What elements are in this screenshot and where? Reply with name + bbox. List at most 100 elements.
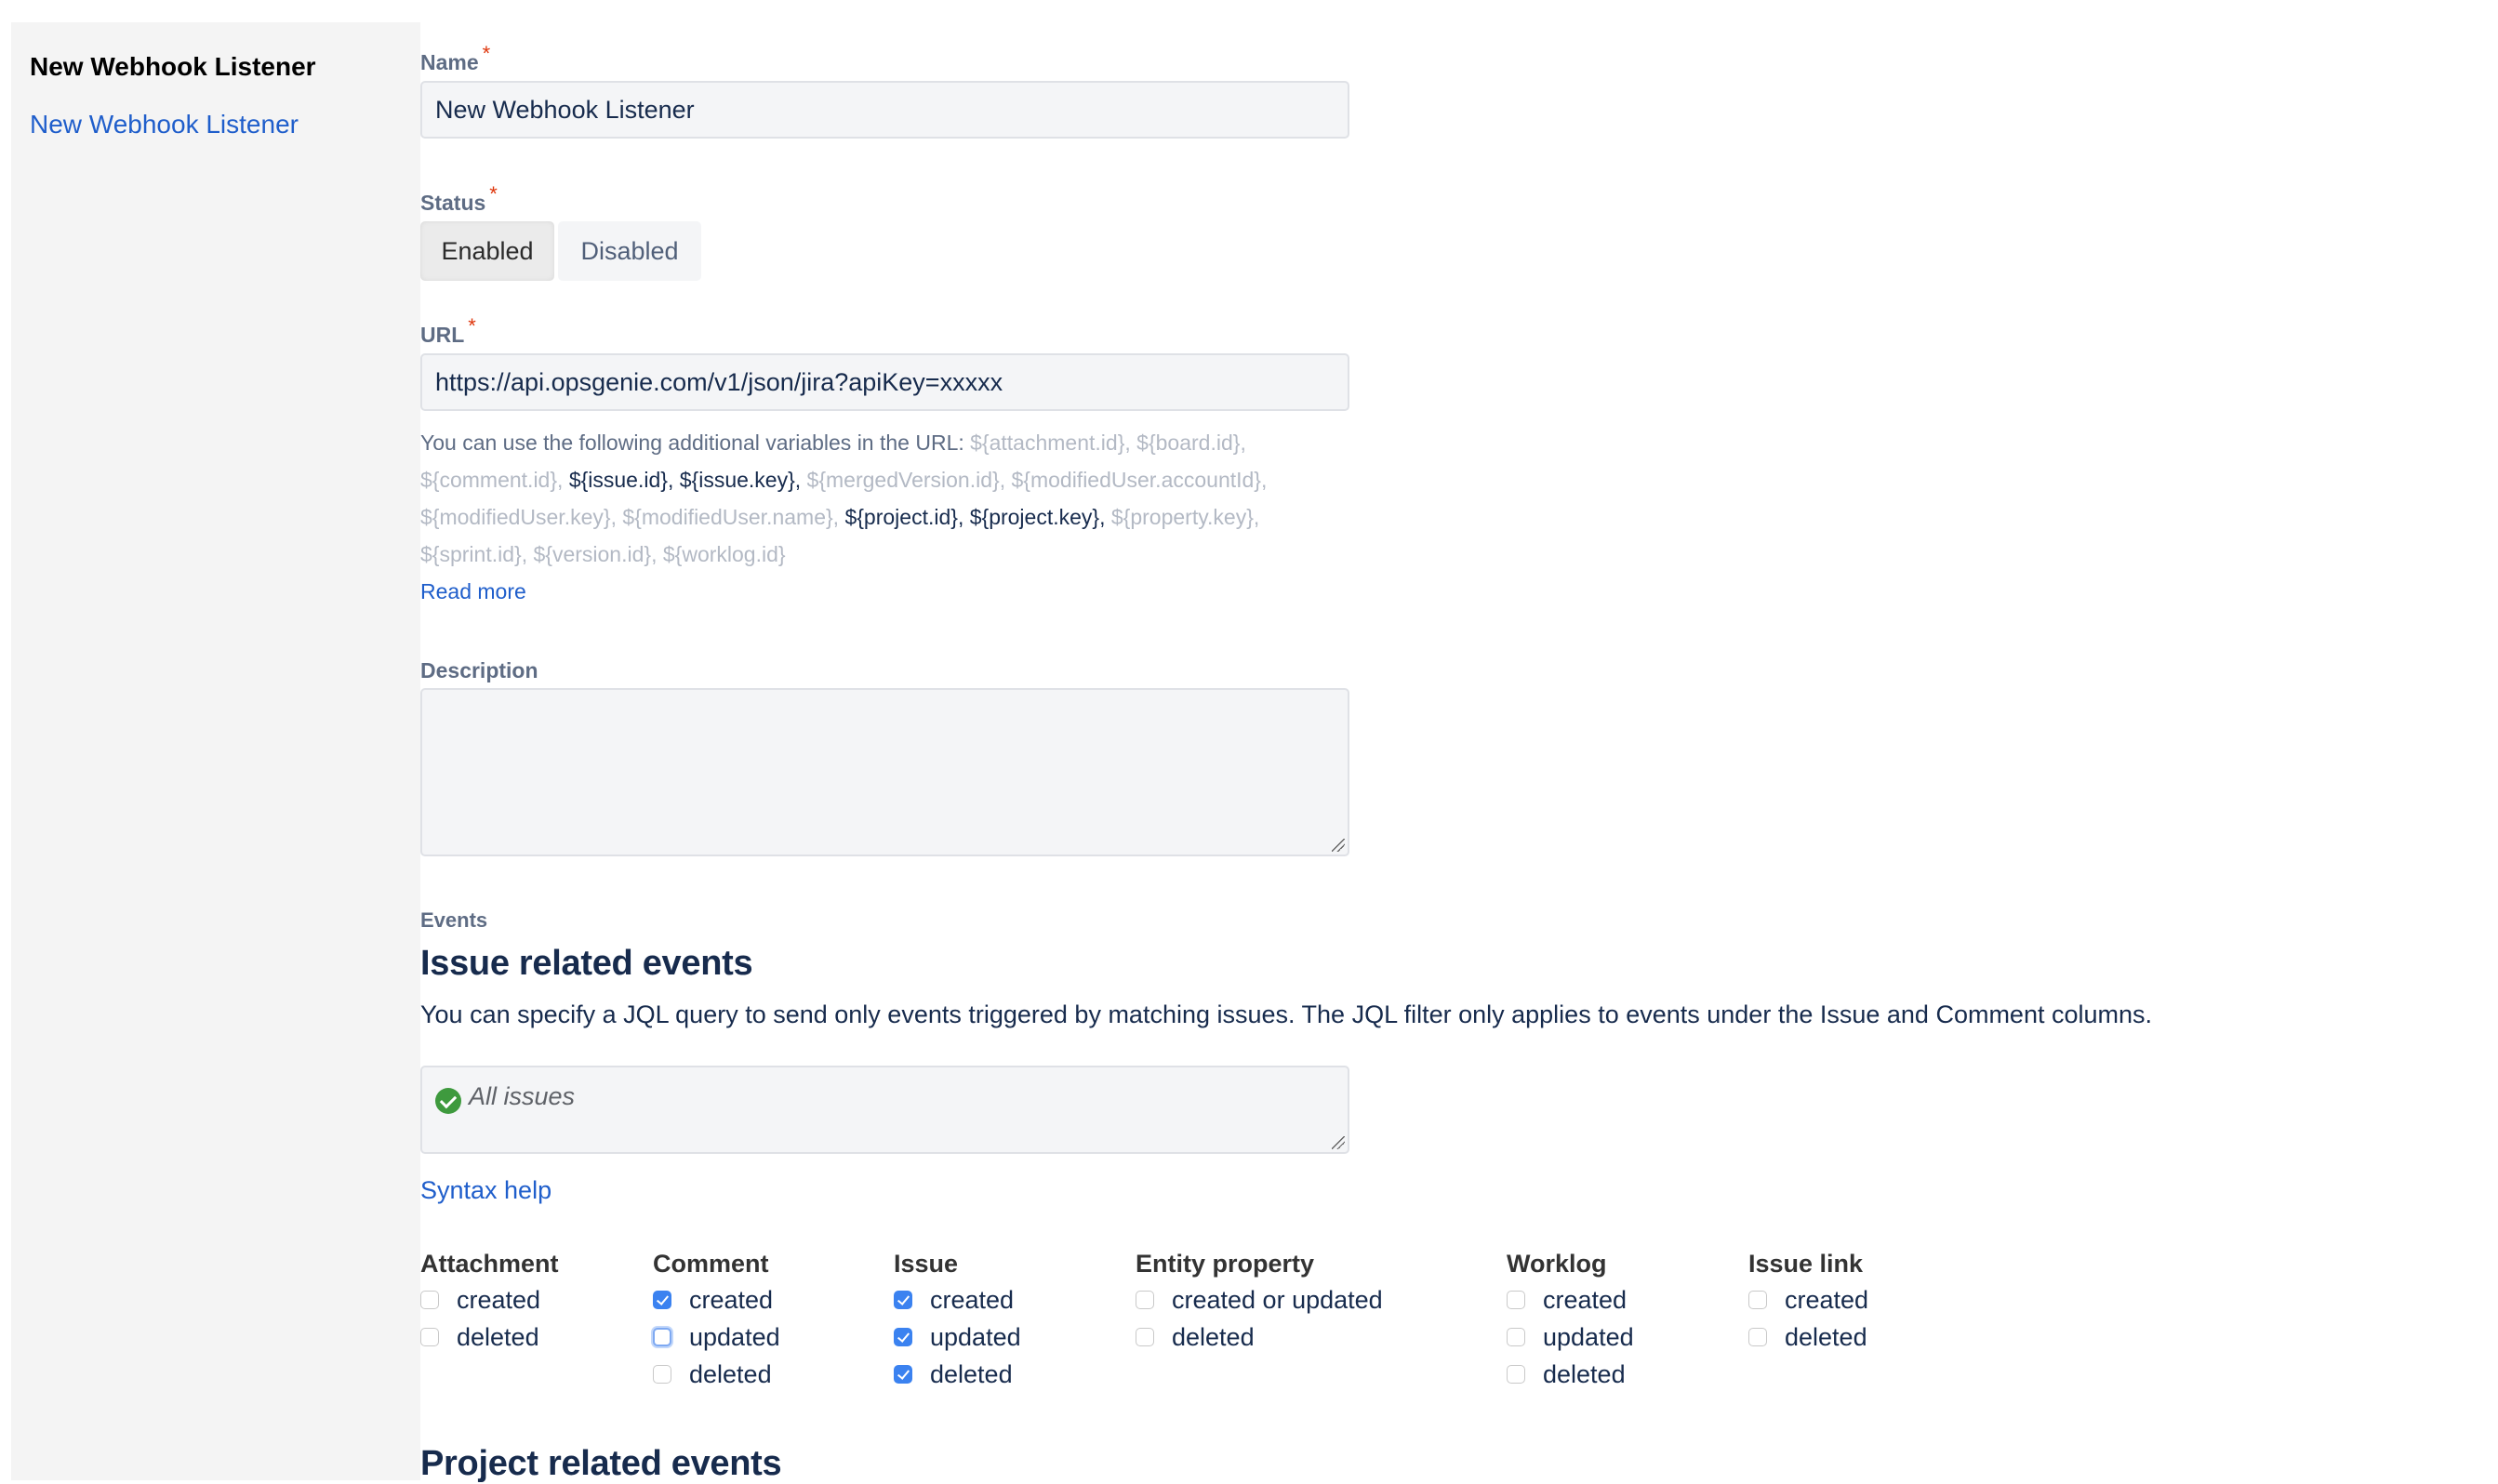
- url-variable: ${sprint.id}: [420, 542, 522, 566]
- issue-related-events-heading: Issue related events: [420, 944, 752, 984]
- checkbox[interactable]: [420, 1328, 439, 1346]
- event-checkbox-row[interactable]: updated: [894, 1318, 1021, 1356]
- event-checkbox-row[interactable]: created: [653, 1281, 780, 1318]
- checkbox-label: created: [930, 1286, 1014, 1315]
- read-more-link[interactable]: Read more: [420, 579, 526, 603]
- separator: ,: [1240, 431, 1245, 455]
- jql-description: You can specify a JQL query to send only…: [420, 1000, 2152, 1029]
- event-checkbox-row[interactable]: deleted: [653, 1356, 780, 1393]
- url-variable: ${mergedVersion.id}: [807, 468, 1000, 492]
- separator: ,: [668, 468, 680, 492]
- sidebar-item-new-webhook-listener[interactable]: New Webhook Listener: [30, 110, 299, 139]
- event-checkbox-row[interactable]: deleted: [894, 1356, 1021, 1393]
- status-label: Status*: [420, 191, 498, 216]
- checkbox-checked[interactable]: [894, 1365, 912, 1384]
- sidebar: New Webhook Listener New Webhook Listene…: [11, 22, 420, 1480]
- checkbox-label: created: [689, 1286, 773, 1315]
- resize-handle[interactable]: [1332, 1136, 1345, 1149]
- separator: ,: [1124, 431, 1136, 455]
- url-input[interactable]: [420, 353, 1349, 411]
- url-variable: ${modifiedUser.key}: [420, 505, 611, 529]
- status-enabled-button[interactable]: Enabled: [420, 221, 554, 281]
- separator: ,: [1254, 505, 1259, 529]
- event-checkbox-row[interactable]: deleted: [420, 1318, 559, 1356]
- event-column-issue: Issue created updated deleted: [894, 1246, 1021, 1393]
- resize-handle[interactable]: [1332, 839, 1345, 852]
- url-variable: ${property.key}: [1111, 505, 1254, 529]
- checkbox-checked[interactable]: [894, 1291, 912, 1309]
- required-marker: *: [489, 182, 498, 205]
- event-checkbox-row[interactable]: created: [1748, 1281, 1868, 1318]
- url-variable: ${issue.id}: [569, 468, 668, 492]
- checkbox[interactable]: [1507, 1365, 1525, 1384]
- event-column-title: Comment: [653, 1246, 780, 1281]
- url-variable: ${comment.id}: [420, 468, 557, 492]
- separator: ,: [1261, 468, 1267, 492]
- checkbox[interactable]: [420, 1291, 439, 1309]
- event-column-entity-property: Entity propertycreated or updated deleted: [1136, 1246, 1383, 1356]
- required-marker: *: [468, 314, 476, 338]
- url-label-text: URL: [420, 323, 464, 347]
- required-marker: *: [483, 42, 491, 65]
- event-column-issue-link: Issue link created deleted: [1748, 1246, 1868, 1356]
- sidebar-title: New Webhook Listener: [30, 52, 316, 82]
- event-column-title: Issue link: [1748, 1246, 1868, 1281]
- event-column-title: Issue: [894, 1246, 1021, 1281]
- checkbox[interactable]: [1507, 1328, 1525, 1346]
- event-checkbox-row[interactable]: updated: [1507, 1318, 1634, 1356]
- checkbox[interactable]: [653, 1328, 671, 1346]
- separator: ,: [611, 505, 623, 529]
- event-checkbox-row[interactable]: created: [1507, 1281, 1634, 1318]
- url-variable: ${board.id}: [1136, 431, 1240, 455]
- checkbox[interactable]: [1136, 1328, 1154, 1346]
- checkbox[interactable]: [1507, 1291, 1525, 1309]
- event-column-title: Entity property: [1136, 1246, 1383, 1281]
- event-column-worklog: Worklogcreated updated deleted: [1507, 1246, 1634, 1393]
- jql-query-input[interactable]: All issues: [420, 1066, 1349, 1154]
- status-disabled-button[interactable]: Disabled: [558, 221, 701, 281]
- checkbox[interactable]: [653, 1365, 671, 1384]
- checkbox-checked[interactable]: [653, 1291, 671, 1309]
- check-circle-icon: [435, 1088, 461, 1114]
- name-label-text: Name: [420, 50, 479, 74]
- url-variable: ${project.key}: [970, 505, 1099, 529]
- checkbox[interactable]: [1748, 1291, 1767, 1309]
- description-textarea[interactable]: [420, 688, 1349, 856]
- separator: ,: [833, 505, 845, 529]
- url-variable: ${project.id}: [844, 505, 957, 529]
- jql-query-value: All issues: [469, 1082, 575, 1111]
- separator: ,: [651, 542, 663, 566]
- url-help-text: You can use the following additional var…: [420, 424, 1350, 610]
- event-checkbox-row[interactable]: created or updated: [1136, 1281, 1383, 1318]
- checkbox-label: created: [1785, 1286, 1868, 1315]
- name-input[interactable]: [420, 81, 1349, 139]
- url-variable: ${modifiedUser.accountId}: [1011, 468, 1261, 492]
- separator: ,: [958, 505, 970, 529]
- checkbox-label: updated: [930, 1323, 1021, 1352]
- event-column-comment: Comment created updateddeleted: [653, 1246, 780, 1393]
- event-checkbox-row[interactable]: created: [420, 1281, 559, 1318]
- event-checkbox-row[interactable]: updated: [653, 1318, 780, 1356]
- event-column-title: Worklog: [1507, 1246, 1634, 1281]
- event-checkbox-row[interactable]: created: [894, 1281, 1021, 1318]
- separator: ,: [1099, 505, 1111, 529]
- url-variable: ${version.id}: [533, 542, 651, 566]
- url-variable: ${modifiedUser.name}: [622, 505, 832, 529]
- checkbox-label: deleted: [1543, 1360, 1626, 1389]
- checkbox-label: deleted: [457, 1323, 539, 1352]
- event-checkbox-row[interactable]: deleted: [1507, 1356, 1634, 1393]
- event-checkbox-row[interactable]: deleted: [1748, 1318, 1868, 1356]
- event-checkbox-row[interactable]: deleted: [1136, 1318, 1383, 1356]
- checkbox-label: deleted: [1172, 1323, 1255, 1352]
- checkbox[interactable]: [1748, 1328, 1767, 1346]
- separator: ,: [795, 468, 807, 492]
- checkbox-label: updated: [1543, 1323, 1634, 1352]
- syntax-help-link[interactable]: Syntax help: [420, 1176, 551, 1205]
- checkbox-label: created: [457, 1286, 540, 1315]
- separator: ,: [557, 468, 569, 492]
- checkbox-label: deleted: [1785, 1323, 1867, 1352]
- checkbox-checked[interactable]: [894, 1328, 912, 1346]
- status-label-text: Status: [420, 191, 485, 215]
- checkbox[interactable]: [1136, 1291, 1154, 1309]
- url-label: URL*: [420, 323, 476, 348]
